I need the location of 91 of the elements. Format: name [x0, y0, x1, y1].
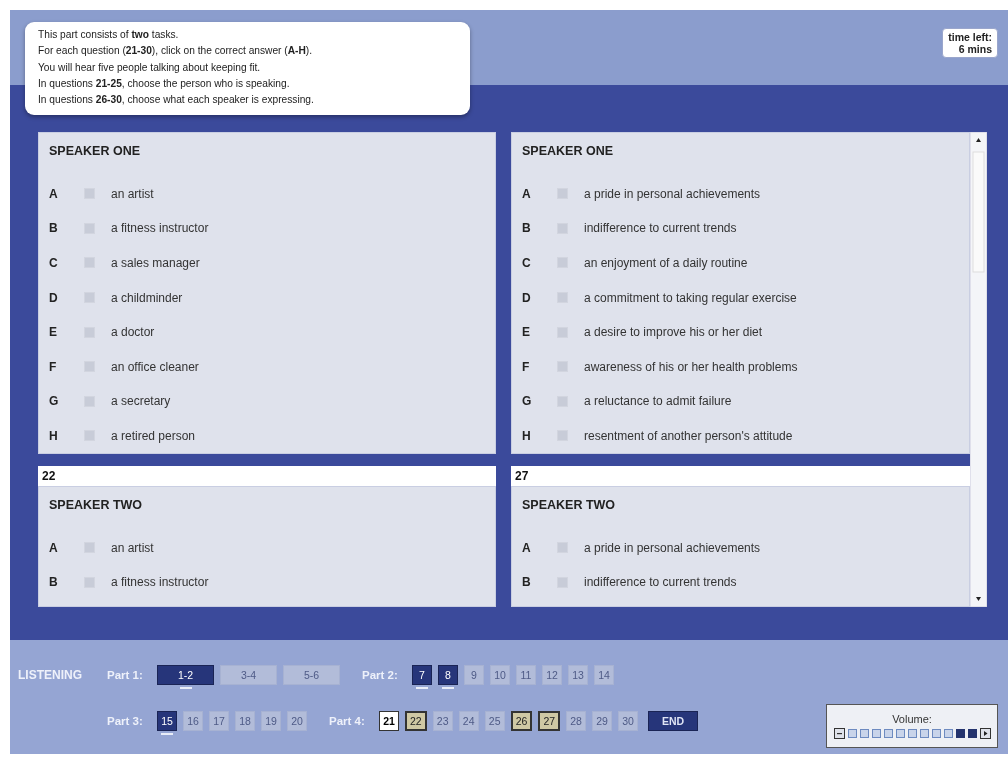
- question-button[interactable]: 21: [379, 711, 399, 731]
- option-text[interactable]: a sales manager: [111, 255, 200, 270]
- option-text[interactable]: indifference to current trends: [584, 221, 737, 236]
- part-label: Part 1:: [107, 668, 144, 683]
- option-letter: E: [49, 325, 58, 340]
- question-button[interactable]: 13: [568, 665, 588, 685]
- instruction-text: For each question (21-30), click on the correct answer (A-H).: [38, 44, 314, 59]
- volume-slider[interactable]: [847, 729, 977, 738]
- question-button[interactable]: 7: [412, 665, 432, 685]
- question-button[interactable]: 11: [516, 665, 536, 685]
- option-text[interactable]: a commitment to taking regular exercise: [584, 290, 797, 305]
- part-label: Part 2:: [362, 668, 399, 683]
- question-button[interactable]: 9: [464, 665, 484, 685]
- question-button[interactable]: 20: [287, 711, 307, 731]
- volume-label: Volume:: [892, 713, 932, 725]
- option-text[interactable]: a childminder: [111, 290, 183, 305]
- instruction-text: You will hear five people talking about keeping fit.: [38, 60, 262, 75]
- option-text[interactable]: awareness of his or her health problems: [584, 359, 798, 374]
- question-button[interactable]: 5-6: [283, 665, 340, 685]
- question-button[interactable]: 8: [438, 665, 458, 685]
- speaker-heading: SPEAKER TWO: [49, 498, 143, 515]
- option-letter: H: [522, 428, 532, 443]
- option-letter: E: [522, 325, 531, 340]
- option-letter: G: [49, 394, 60, 409]
- question-button[interactable]: 15: [157, 711, 177, 731]
- option-text[interactable]: an office cleaner: [111, 359, 199, 374]
- question-button[interactable]: 23: [432, 711, 453, 731]
- option-text[interactable]: a reluctance to admit failure: [584, 394, 732, 409]
- option-text[interactable]: indifference to current trends: [584, 575, 737, 590]
- option-letter: B: [522, 221, 532, 236]
- option-letter: H: [49, 428, 59, 443]
- time-left-label: time left:: [948, 31, 992, 43]
- end-button[interactable]: END: [648, 711, 699, 731]
- answer-field: 27: [511, 466, 970, 487]
- option-letter: G: [522, 394, 533, 409]
- time-left-value: 6 mins: [958, 43, 992, 55]
- instruction-text: In questions 26-30, choose what each speaker is expressing.: [38, 93, 315, 108]
- option-letter: A: [49, 540, 59, 555]
- volume-down-icon[interactable]: [833, 728, 845, 739]
- option-text[interactable]: a secretary: [111, 394, 171, 409]
- scrollbar[interactable]: [970, 132, 987, 608]
- speaker-heading: SPEAKER TWO: [522, 498, 616, 515]
- option-letter: C: [49, 255, 59, 270]
- option-text[interactable]: a doctor: [111, 325, 155, 340]
- option-letter: B: [49, 221, 59, 236]
- question-button[interactable]: 29: [592, 711, 613, 731]
- question-button[interactable]: 25: [484, 711, 505, 731]
- question-button[interactable]: 18: [235, 711, 255, 731]
- speaker-heading: SPEAKER ONE: [49, 144, 140, 161]
- question-button[interactable]: 19: [261, 711, 281, 731]
- option-text[interactable]: an artist: [111, 540, 154, 555]
- question-button[interactable]: 17: [209, 711, 229, 731]
- option-text[interactable]: a pride in personal achievements: [584, 540, 761, 555]
- option-text[interactable]: resentment of another person's attitude: [584, 428, 793, 443]
- option-letter: F: [522, 359, 531, 374]
- question-button[interactable]: 28: [566, 711, 587, 731]
- option-text[interactable]: a desire to improve his or her diet: [584, 325, 763, 340]
- question-button[interactable]: 12: [542, 665, 562, 685]
- option-text[interactable]: an enjoyment of a daily routine: [584, 255, 748, 270]
- section-label: LISTENING: [17, 667, 83, 684]
- answer-field: 22: [38, 466, 496, 487]
- option-letter: D: [522, 290, 532, 305]
- question-button[interactable]: 14: [594, 665, 614, 685]
- volume-up-icon[interactable]: [979, 728, 991, 739]
- question-button[interactable]: 16: [183, 711, 203, 731]
- question-button[interactable]: 27: [538, 711, 561, 731]
- question-button[interactable]: 24: [458, 711, 479, 731]
- option-text[interactable]: an artist: [111, 186, 154, 201]
- question-button[interactable]: 30: [618, 711, 639, 731]
- question-button[interactable]: 10: [490, 665, 510, 685]
- option-letter: A: [49, 186, 59, 201]
- instruction-text: In questions 21-25, choose the person who is speaking.: [38, 76, 291, 91]
- option-letter: A: [522, 540, 532, 555]
- part-label: Part 4:: [329, 714, 366, 729]
- option-letter: B: [522, 575, 532, 590]
- option-letter: A: [522, 186, 532, 201]
- option-text[interactable]: a fitness instructor: [111, 575, 209, 590]
- question-button[interactable]: 1-2: [157, 665, 214, 685]
- option-text[interactable]: a retired person: [111, 428, 196, 443]
- option-letter: B: [49, 575, 59, 590]
- part-label: Part 3:: [107, 714, 144, 729]
- question-button[interactable]: 3-4: [220, 665, 277, 685]
- option-letter: F: [49, 359, 58, 374]
- speaker-heading: SPEAKER ONE: [522, 144, 613, 161]
- option-letter: D: [49, 290, 59, 305]
- option-text[interactable]: a pride in personal achievements: [584, 186, 761, 201]
- question-button[interactable]: 22: [405, 711, 427, 731]
- option-text[interactable]: a fitness instructor: [111, 221, 209, 236]
- question-button[interactable]: 26: [510, 711, 533, 731]
- instruction-text: This part consists of two tasks.: [38, 28, 180, 42]
- option-letter: C: [522, 255, 532, 270]
